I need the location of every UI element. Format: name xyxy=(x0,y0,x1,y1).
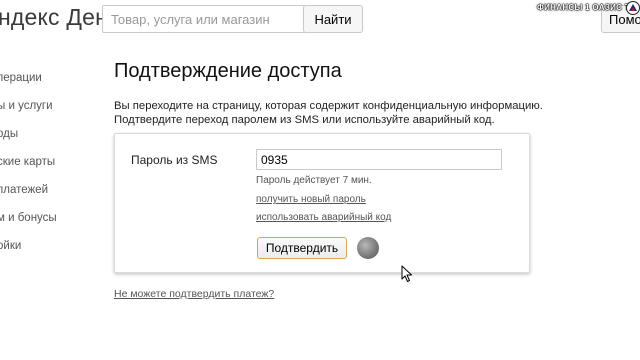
mouse-cursor-icon xyxy=(401,265,412,282)
sidebar-item-transfers[interactable]: оды xyxy=(0,128,18,140)
header: ндекс Деньги Найти Помо ФИНАНСЫ 1 ОАЗИС … xyxy=(0,0,640,50)
sidebar-item-bonuses[interactable]: м и бонусы xyxy=(0,212,57,224)
intro-line-1: Вы переходите на страницу, которая содер… xyxy=(114,100,543,112)
confirm-button[interactable]: Подтвердить xyxy=(257,237,347,259)
sms-password-field[interactable] xyxy=(256,149,502,170)
cannot-confirm-payment-link[interactable]: Не можете подтвердить платеж? xyxy=(114,288,274,300)
channel-watermark: ФИНАНСЫ 1 ОАЗИС ТВ xyxy=(537,3,637,12)
use-emergency-code-link[interactable]: использовать аварийный код xyxy=(256,212,391,223)
intro-text: Вы переходите на страницу, которая содер… xyxy=(114,99,543,127)
sidebar-item-goods-services[interactable]: ы и услуги xyxy=(0,100,53,112)
sidebar-item-bank-cards[interactable]: ские карты xyxy=(0,156,55,168)
page-title: Подтверждение доступа xyxy=(114,60,342,82)
sidebar-item-settings[interactable]: ойки xyxy=(0,240,21,252)
loading-spinner-icon xyxy=(357,237,379,259)
get-new-password-link[interactable]: получить новый пароль xyxy=(256,194,366,205)
sidebar-item-payment-history[interactable]: платежей xyxy=(0,184,48,196)
channel-logo-icon xyxy=(626,1,640,15)
intro-line-2: Подтвердите переход паролем из SMS или и… xyxy=(114,114,495,126)
password-label: Пароль из SMS xyxy=(131,153,218,167)
search-input[interactable] xyxy=(102,5,306,33)
sidebar-item-operations[interactable]: перации xyxy=(0,72,42,84)
search-button[interactable]: Найти xyxy=(303,5,363,33)
password-validity-hint: Пароль действует 7 мин. xyxy=(256,175,372,186)
sms-confirmation-panel: Пароль из SMS Пароль действует 7 мин. по… xyxy=(114,133,530,273)
